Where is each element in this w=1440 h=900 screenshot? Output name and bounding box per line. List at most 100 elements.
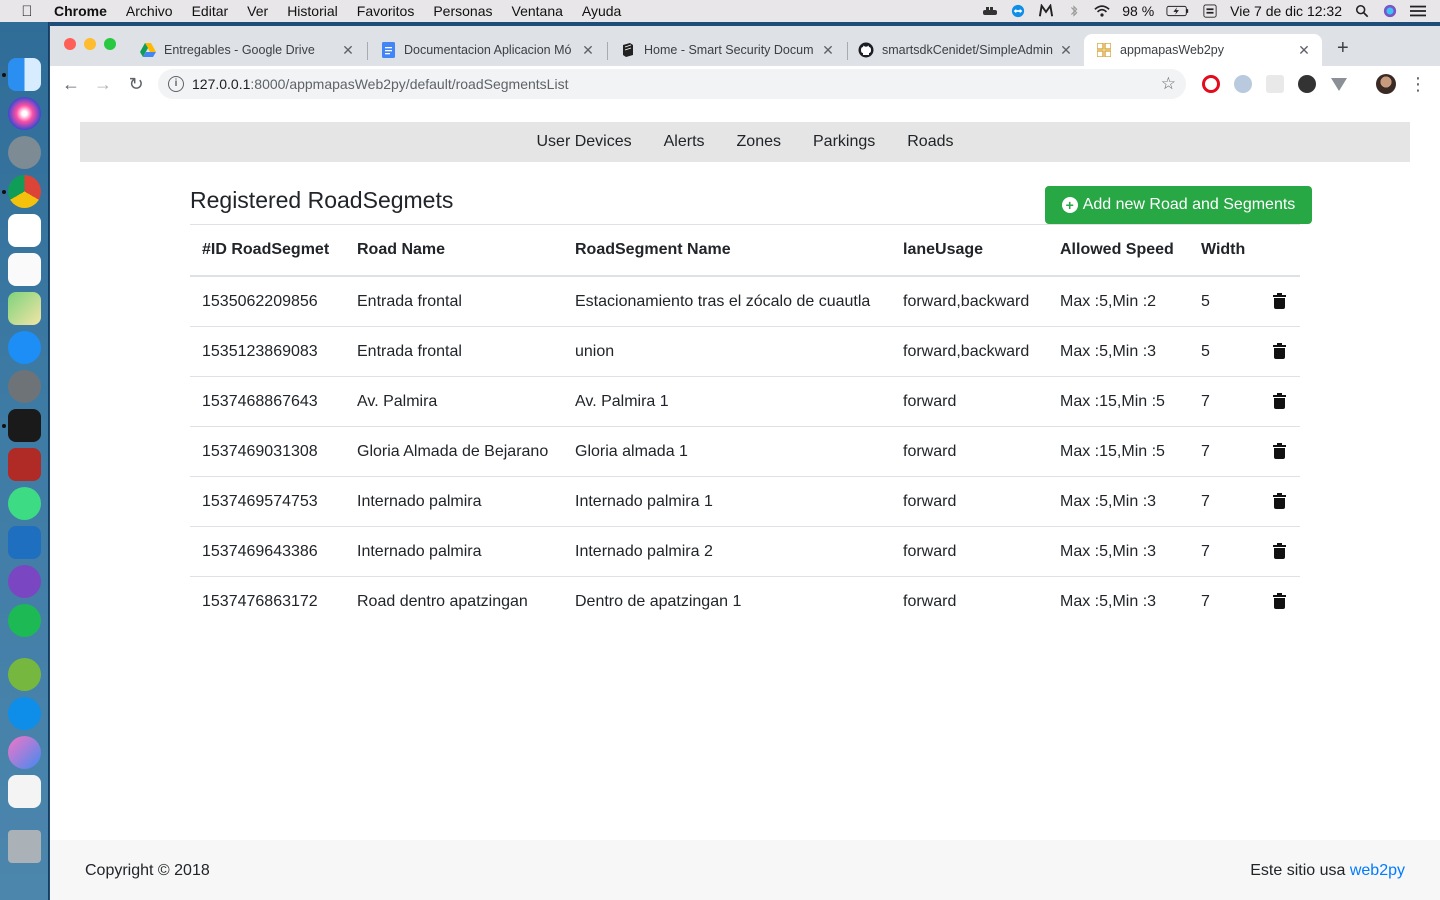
web2py-link[interactable]: web2py [1350,862,1405,879]
column-header-id: #ID RoadSegmet [202,241,330,258]
siri-icon[interactable] [1382,4,1398,18]
blank-extension-icon[interactable] [1266,75,1284,93]
cell-width: 7 [1201,543,1210,560]
vue-devtools-icon[interactable] [1330,75,1348,93]
trash-icon[interactable] [1273,393,1286,409]
tab-documentacion[interactable]: Documentacion Aplicacion Mó ✕ [368,34,606,66]
table-row: 1537468867643 Av. Palmira Av. Palmira 1 for… [190,376,1300,426]
tab-google-drive[interactable]: Entregables - Google Drive ✕ [128,34,366,66]
tab-close-icon[interactable]: ✕ [340,42,356,59]
bluetooth-icon[interactable] [1066,4,1082,18]
menu-editar[interactable]: Editar [192,3,229,19]
nav-user-devices[interactable]: User Devices [536,133,631,151]
opera-vpn-extension-icon[interactable] [1202,75,1220,93]
tab-smart-security[interactable]: Home - Smart Security Docum ✕ [608,34,846,66]
menu-ayuda[interactable]: Ayuda [582,3,621,19]
close-window-button[interactable] [64,38,76,50]
itunes-icon[interactable] [8,736,41,769]
menu-app-name[interactable]: Chrome [54,3,107,19]
cell-width: 7 [1201,393,1210,410]
plus-circle-icon: + [1061,197,1078,213]
tab-close-icon[interactable]: ✕ [1296,42,1312,59]
running-indicator [2,424,6,428]
utorrent-icon[interactable] [8,658,41,691]
spotlight-search-icon[interactable] [1354,4,1370,18]
malwarebytes-icon[interactable] [1038,4,1054,18]
docker-icon[interactable] [982,4,998,18]
trash-icon[interactable] [1273,343,1286,359]
spotify-icon[interactable] [8,604,41,637]
tab-title: Home - Smart Security Docum [644,43,814,57]
menu-ventana[interactable]: Ventana [512,3,563,19]
chrome-menu-icon[interactable]: ⋮ [1406,72,1430,96]
document-icon[interactable] [8,775,41,808]
github-desktop-icon[interactable] [8,565,41,598]
finder-icon[interactable] [8,58,41,91]
battery-icon[interactable] [1166,4,1190,18]
photo-booth-icon[interactable] [8,448,41,481]
apple-menu-icon[interactable]:  [18,3,36,20]
tab-github[interactable]: smartsdkCenidet/SimpleAdmin ✕ [846,34,1084,66]
site-info-icon[interactable]: i [168,76,184,92]
macos-dock [0,22,49,900]
add-road-button-label: Add new Road and Segments [1082,196,1296,213]
trash-icon[interactable] [1273,443,1286,459]
vscode-icon[interactable] [8,526,41,559]
edge-extension-icon[interactable] [1234,75,1252,93]
address-bar[interactable]: i 127.0.0.1:8000/appmapasWeb2py/default/… [158,69,1186,99]
tab-appmapasweb2py[interactable]: appmapasWeb2py ✕ [1084,34,1322,66]
siri-dock-icon[interactable] [8,97,41,130]
clock[interactable]: Vie 7 de dic 12:32 [1230,3,1342,19]
back-arrow-icon[interactable]: ← [59,72,83,96]
tab-close-icon[interactable]: ✕ [1058,42,1074,59]
menu-personas[interactable]: Personas [433,3,492,19]
trash-icon[interactable] [1273,593,1286,609]
nav-parkings[interactable]: Parkings [813,133,875,151]
reminders-icon[interactable] [8,253,41,286]
menu-historial[interactable]: Historial [287,3,338,19]
column-header-segment-name: RoadSegment Name [575,241,731,258]
menu-ver[interactable]: Ver [247,3,268,19]
system-preferences-icon[interactable] [8,370,41,403]
wifi-icon[interactable] [1094,4,1110,18]
profile-avatar[interactable] [1376,74,1396,94]
trash-dock-icon[interactable] [8,830,41,863]
menu-archivo[interactable]: Archivo [126,3,173,19]
chrome-window: Entregables - Google Drive ✕ Documentaci… [50,26,1440,900]
nav-zones[interactable]: Zones [737,133,781,151]
launchpad-icon[interactable] [8,136,41,169]
reload-icon[interactable]: ↻ [124,72,148,96]
teamviewer-status-icon[interactable] [1010,4,1026,18]
column-header-allowed-speed: Allowed Speed [1060,241,1174,258]
nav-alerts[interactable]: Alerts [664,133,705,151]
trash-icon[interactable] [1273,493,1286,509]
notification-center-icon[interactable] [1410,4,1426,18]
tab-close-icon[interactable]: ✕ [580,42,596,59]
cell-width: 5 [1201,343,1210,360]
terminal-icon[interactable] [8,409,41,442]
tab-close-icon[interactable]: ✕ [820,42,836,59]
maps-icon[interactable] [8,292,41,325]
minimize-window-button[interactable] [84,38,96,50]
menu-favoritos[interactable]: Favoritos [357,3,415,19]
cell-width: 5 [1201,293,1210,310]
cell-allowed-speed: Max :5,Min :2 [1060,293,1157,310]
nav-roads[interactable]: Roads [907,133,953,151]
cell-allowed-speed: Max :5,Min :3 [1060,493,1157,510]
forward-arrow-icon[interactable]: → [91,72,115,96]
trash-icon[interactable] [1273,543,1286,559]
medium-extension-icon[interactable] [1298,75,1316,93]
app-store-icon[interactable] [8,331,41,364]
calendar-icon[interactable] [8,214,41,247]
chrome-icon[interactable] [8,175,41,208]
bookmark-star-icon[interactable]: ☆ [1161,74,1176,94]
trash-icon[interactable] [1273,293,1286,309]
android-studio-icon[interactable] [8,487,41,520]
add-road-button[interactable]: + Add new Road and Segments [1045,186,1312,224]
table-row: 1537476863172 Road dentro apatzingan Dentr… [190,576,1300,626]
input-source-icon[interactable] [1202,4,1218,18]
teamviewer-icon[interactable] [8,697,41,730]
zoom-window-button[interactable] [104,38,116,50]
new-tab-icon[interactable]: + [1337,38,1349,58]
battery-percent[interactable]: 98 % [1122,3,1154,19]
